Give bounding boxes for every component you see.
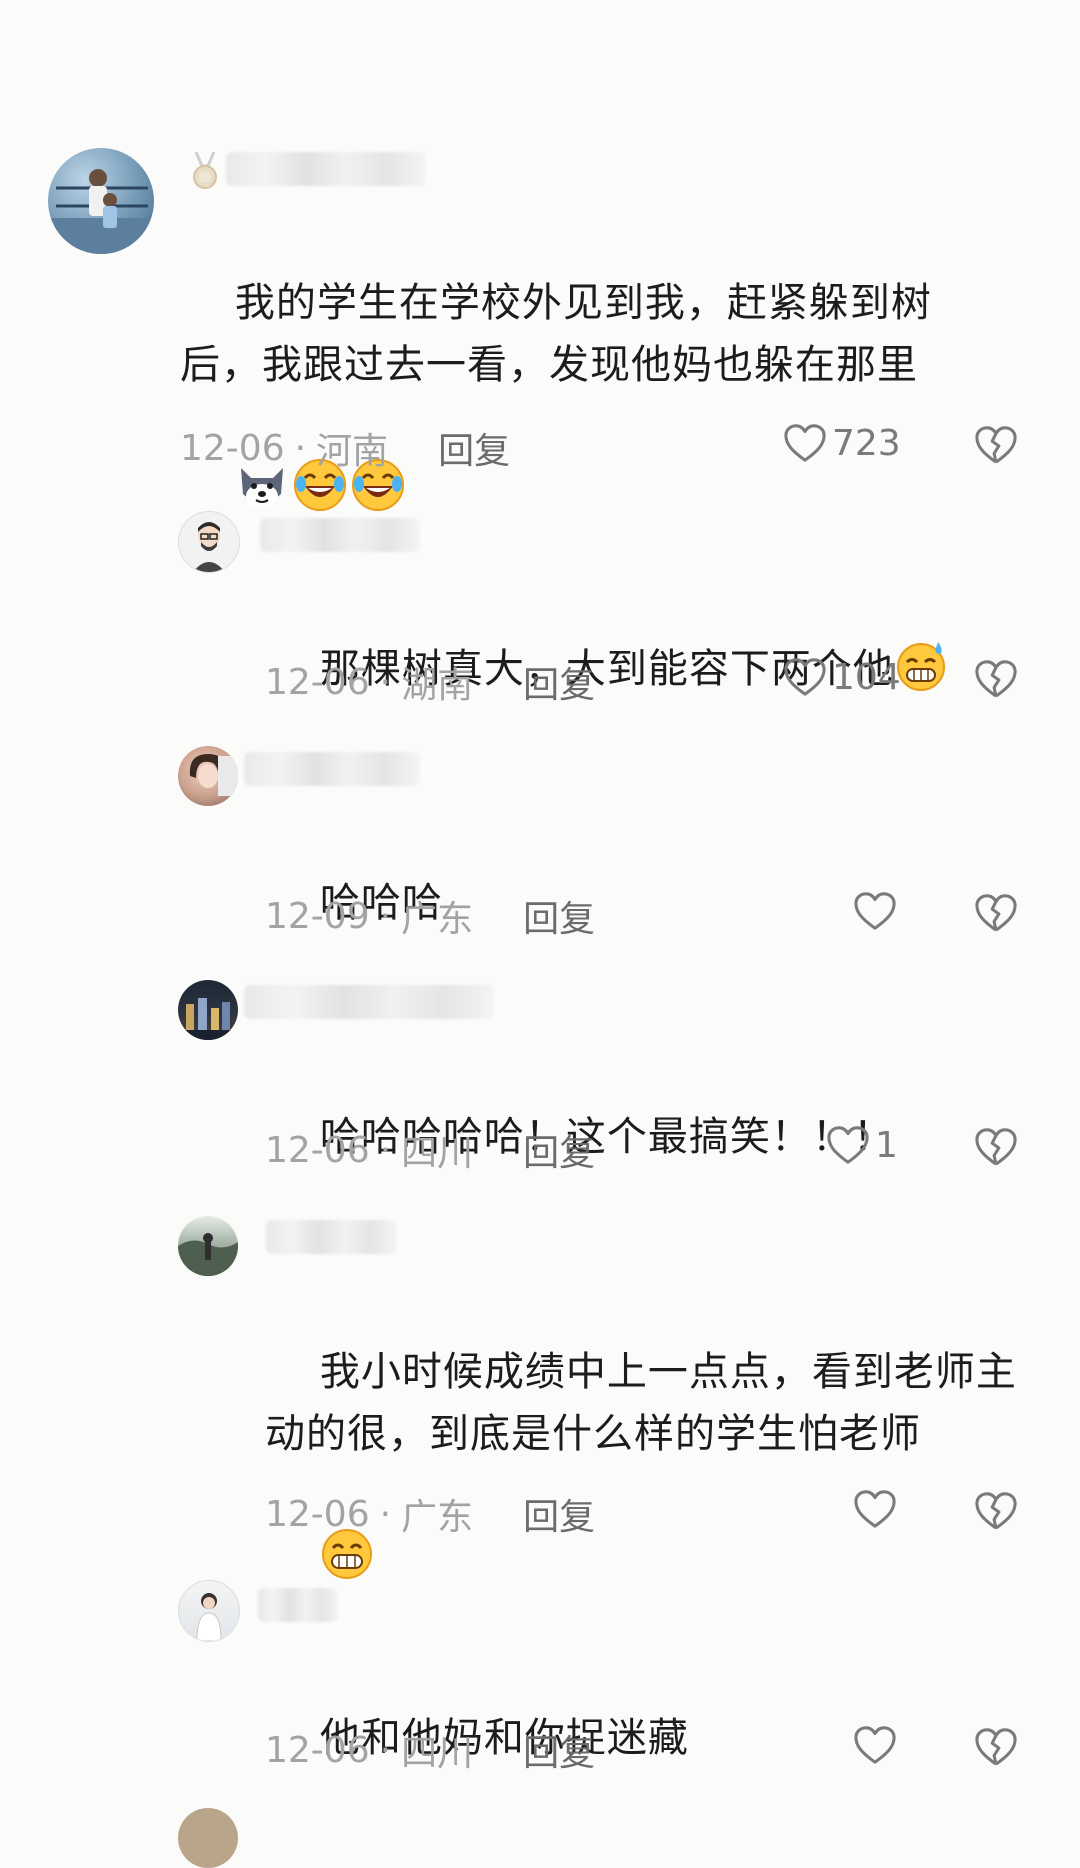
- username-blurred: [258, 1588, 338, 1622]
- username-blurred: [244, 752, 420, 786]
- username-blurred: [260, 518, 420, 552]
- like-button[interactable]: [852, 1488, 898, 1530]
- grin-sweat-emoji: [894, 638, 948, 692]
- comment-meta: 12-06 · 四川 回复: [265, 1724, 595, 1776]
- username-blurred: [266, 1220, 396, 1254]
- separator: ·: [379, 1729, 392, 1771]
- like-count: 1: [875, 1124, 898, 1166]
- like-button[interactable]: [852, 1724, 898, 1766]
- like-button[interactable]: 1: [825, 1124, 898, 1166]
- separator: ·: [379, 661, 392, 703]
- comment-date: 12-06: [265, 1129, 370, 1171]
- medal-icon: [190, 152, 220, 190]
- comment-meta: 12-06 · 广东 回复: [265, 1488, 595, 1540]
- heart-icon: [852, 1724, 898, 1766]
- username-blurred: [226, 152, 426, 186]
- comment-date: 12-06: [265, 1493, 370, 1535]
- reply-button[interactable]: 回复: [523, 1724, 595, 1776]
- comment-location: 四川: [401, 1133, 474, 1174]
- comment-date: 12-06: [265, 661, 370, 703]
- comment-location: 四川: [401, 1733, 474, 1774]
- separator: ·: [379, 1493, 392, 1535]
- reply-button[interactable]: 回复: [523, 890, 595, 942]
- heart-icon: [852, 1488, 898, 1530]
- broken-heart-icon[interactable]: [973, 1726, 1019, 1768]
- reply-button[interactable]: 回复: [523, 656, 595, 708]
- like-count: 723: [832, 422, 901, 464]
- broken-heart-icon[interactable]: [973, 1490, 1019, 1532]
- comment-location: 河南: [316, 431, 389, 472]
- heart-icon: [782, 656, 828, 698]
- heart-icon: [852, 890, 898, 932]
- username-blurred: [244, 985, 494, 1019]
- comment-location: 广东: [401, 899, 474, 940]
- heart-icon: [782, 422, 828, 464]
- comment-date: 12-06: [180, 427, 285, 469]
- avatar[interactable]: [178, 980, 238, 1040]
- comment-location: 湖南: [401, 665, 474, 706]
- like-button[interactable]: 723: [782, 422, 901, 464]
- separator: ·: [379, 895, 392, 937]
- like-button[interactable]: 104: [782, 656, 901, 698]
- avatar[interactable]: [178, 1808, 238, 1868]
- comment-meta: 12-06 · 湖南 回复: [265, 656, 595, 708]
- reply-button[interactable]: 回复: [523, 1124, 595, 1176]
- like-count: 104: [832, 656, 901, 698]
- like-button[interactable]: [852, 890, 898, 932]
- comment-date: 12-09: [265, 895, 370, 937]
- heart-icon: [825, 1124, 871, 1166]
- avatar[interactable]: [178, 1216, 238, 1276]
- comment-date: 12-06: [265, 1729, 370, 1771]
- comment-meta: 12-09 · 广东 回复: [265, 890, 595, 942]
- comment-text-body: 我的学生在学校外见到我，赶紧躲到树 后，我跟过去一看，发现他妈也躲在那里: [180, 280, 932, 388]
- avatar[interactable]: [178, 511, 240, 573]
- separator: ·: [294, 427, 307, 469]
- comment-text-body: 我小时候成绩中上一点点，看到老师主 动的很，到底是什么样的学生怕老师: [265, 1349, 1017, 1457]
- comment-meta: 12-06 · 河南 回复: [180, 422, 510, 474]
- reply-button[interactable]: 回复: [438, 422, 510, 474]
- reply-button[interactable]: 回复: [523, 1488, 595, 1540]
- broken-heart-icon[interactable]: [973, 1126, 1019, 1168]
- avatar[interactable]: [178, 1580, 240, 1642]
- broken-heart-icon[interactable]: [973, 892, 1019, 934]
- avatar[interactable]: [48, 148, 154, 254]
- comment-text: 我小时候成绩中上一点点，看到老师主 动的很，到底是什么样的学生怕老师: [265, 1279, 1065, 1651]
- separator: ·: [379, 1129, 392, 1171]
- broken-heart-icon[interactable]: [973, 424, 1019, 466]
- broken-heart-icon[interactable]: [973, 658, 1019, 700]
- comment-meta: 12-06 · 四川 回复: [265, 1124, 595, 1176]
- comment-location: 广东: [401, 1497, 474, 1538]
- avatar[interactable]: [178, 746, 238, 806]
